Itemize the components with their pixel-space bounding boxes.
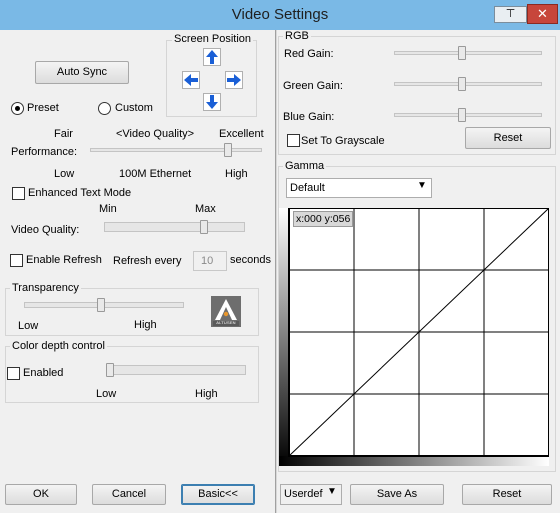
preset-radio[interactable] [11, 102, 24, 115]
color-depth-high-label: High [195, 388, 218, 400]
performance-label: Performance: [11, 146, 78, 158]
move-down-button[interactable] [203, 93, 221, 111]
altusen-logo: ALTUSEN [211, 296, 241, 327]
red-gain-track [394, 51, 542, 55]
gamma-vertical-gradient [279, 208, 289, 466]
green-gain-slider[interactable] [458, 77, 467, 91]
performance-slider[interactable] [224, 143, 233, 157]
transparency-label: Transparency [10, 282, 81, 294]
grayscale-checkbox[interactable] [287, 134, 300, 147]
pin-icon[interactable]: ⊤ [494, 6, 527, 23]
window-title: Video Settings [231, 6, 329, 23]
basic-toggle-button[interactable]: Basic<< [181, 484, 255, 505]
gamma-reset-button[interactable]: Reset [462, 484, 552, 505]
blue-gain-slider[interactable] [458, 108, 467, 122]
gamma-label: Gamma [283, 160, 327, 172]
rgb-label: RGB [283, 30, 311, 42]
arrow-left-icon [184, 74, 198, 86]
gamma-horizontal-gradient [279, 456, 549, 466]
userdef-value: Userdef [284, 488, 323, 500]
chevron-down-icon: ▼ [417, 180, 427, 191]
refresh-every-label: Refresh every [113, 255, 182, 267]
transparency-low-label: Low [18, 320, 39, 332]
custom-radio[interactable] [98, 102, 111, 115]
vq-min-label: Min [99, 203, 117, 215]
video-settings-window: Video Settings ⊤ ✕ Screen Position Auto … [0, 0, 560, 513]
move-right-button[interactable] [225, 71, 243, 89]
color-depth-low-label: Low [96, 388, 117, 400]
green-gain-label: Green Gain: [283, 80, 343, 92]
transparency-high-label: High [134, 319, 157, 331]
color-depth-label: Color depth control [10, 340, 107, 352]
refresh-interval-input[interactable]: 10 [193, 251, 227, 271]
ok-button[interactable]: OK [5, 484, 77, 505]
enhanced-text-label: Enhanced Text Mode [28, 187, 132, 199]
arrow-down-icon [206, 95, 218, 109]
perf-ethernet-label: 100M Ethernet [119, 168, 192, 180]
screen-position-label: Screen Position [172, 33, 254, 45]
auto-sync-button[interactable]: Auto Sync [35, 61, 129, 84]
custom-label: Custom [115, 102, 153, 114]
color-depth-enabled-checkbox[interactable] [7, 367, 20, 380]
video-quality-track [104, 222, 245, 232]
enable-refresh-label: Enable Refresh [26, 254, 102, 266]
color-depth-slider[interactable] [106, 363, 114, 377]
title-bar[interactable]: Video Settings ⊤ ✕ [0, 0, 560, 30]
gamma-preset-dropdown[interactable]: Default ▼ [286, 178, 432, 198]
gamma-curve-editor[interactable] [279, 208, 549, 466]
perf-excellent-label: Excellent [219, 128, 264, 140]
red-gain-slider[interactable] [458, 46, 467, 60]
close-icon[interactable]: ✕ [527, 4, 558, 24]
gamma-coordinate-readout: x:000 y:056 [293, 211, 354, 227]
perf-high-label: High [225, 168, 248, 180]
chevron-down-icon: ▼ [327, 486, 337, 497]
seconds-label: seconds [230, 254, 271, 266]
move-up-button[interactable] [203, 48, 221, 66]
enable-refresh-checkbox[interactable] [10, 254, 23, 267]
blue-gain-track [394, 113, 542, 117]
red-gain-label: Red Gain: [284, 48, 334, 60]
color-depth-track [106, 365, 246, 375]
panel-divider [275, 30, 277, 513]
dialog-body: Screen Position Auto Sync Preset Custom … [0, 30, 560, 513]
green-gain-track [394, 82, 542, 86]
altusen-logo-text: ALTUSEN [216, 320, 236, 325]
perf-low-label: Low [54, 168, 75, 180]
color-depth-enabled-label: Enabled [23, 367, 64, 379]
perf-fair-label: Fair [54, 128, 73, 140]
preset-label: Preset [27, 102, 59, 114]
video-quality-slider[interactable] [199, 220, 208, 234]
blue-gain-label: Blue Gain: [283, 111, 335, 123]
arrow-right-icon [227, 74, 241, 86]
userdef-dropdown[interactable]: Userdef ▼ [280, 484, 342, 505]
video-quality-label: Video Quality: [11, 224, 80, 236]
vq-max-label: Max [195, 203, 216, 215]
cancel-button[interactable]: Cancel [92, 484, 166, 505]
perf-video-quality-label: <Video Quality> [116, 128, 195, 140]
grayscale-label: Set To Grayscale [301, 135, 385, 147]
enhanced-text-checkbox[interactable] [12, 187, 25, 200]
rgb-reset-button[interactable]: Reset [465, 127, 551, 149]
gamma-preset-value: Default [290, 182, 325, 194]
save-as-button[interactable]: Save As [350, 484, 444, 505]
move-left-button[interactable] [182, 71, 200, 89]
performance-track [90, 148, 262, 152]
transparency-slider[interactable] [96, 298, 105, 312]
arrow-up-icon [206, 50, 218, 64]
